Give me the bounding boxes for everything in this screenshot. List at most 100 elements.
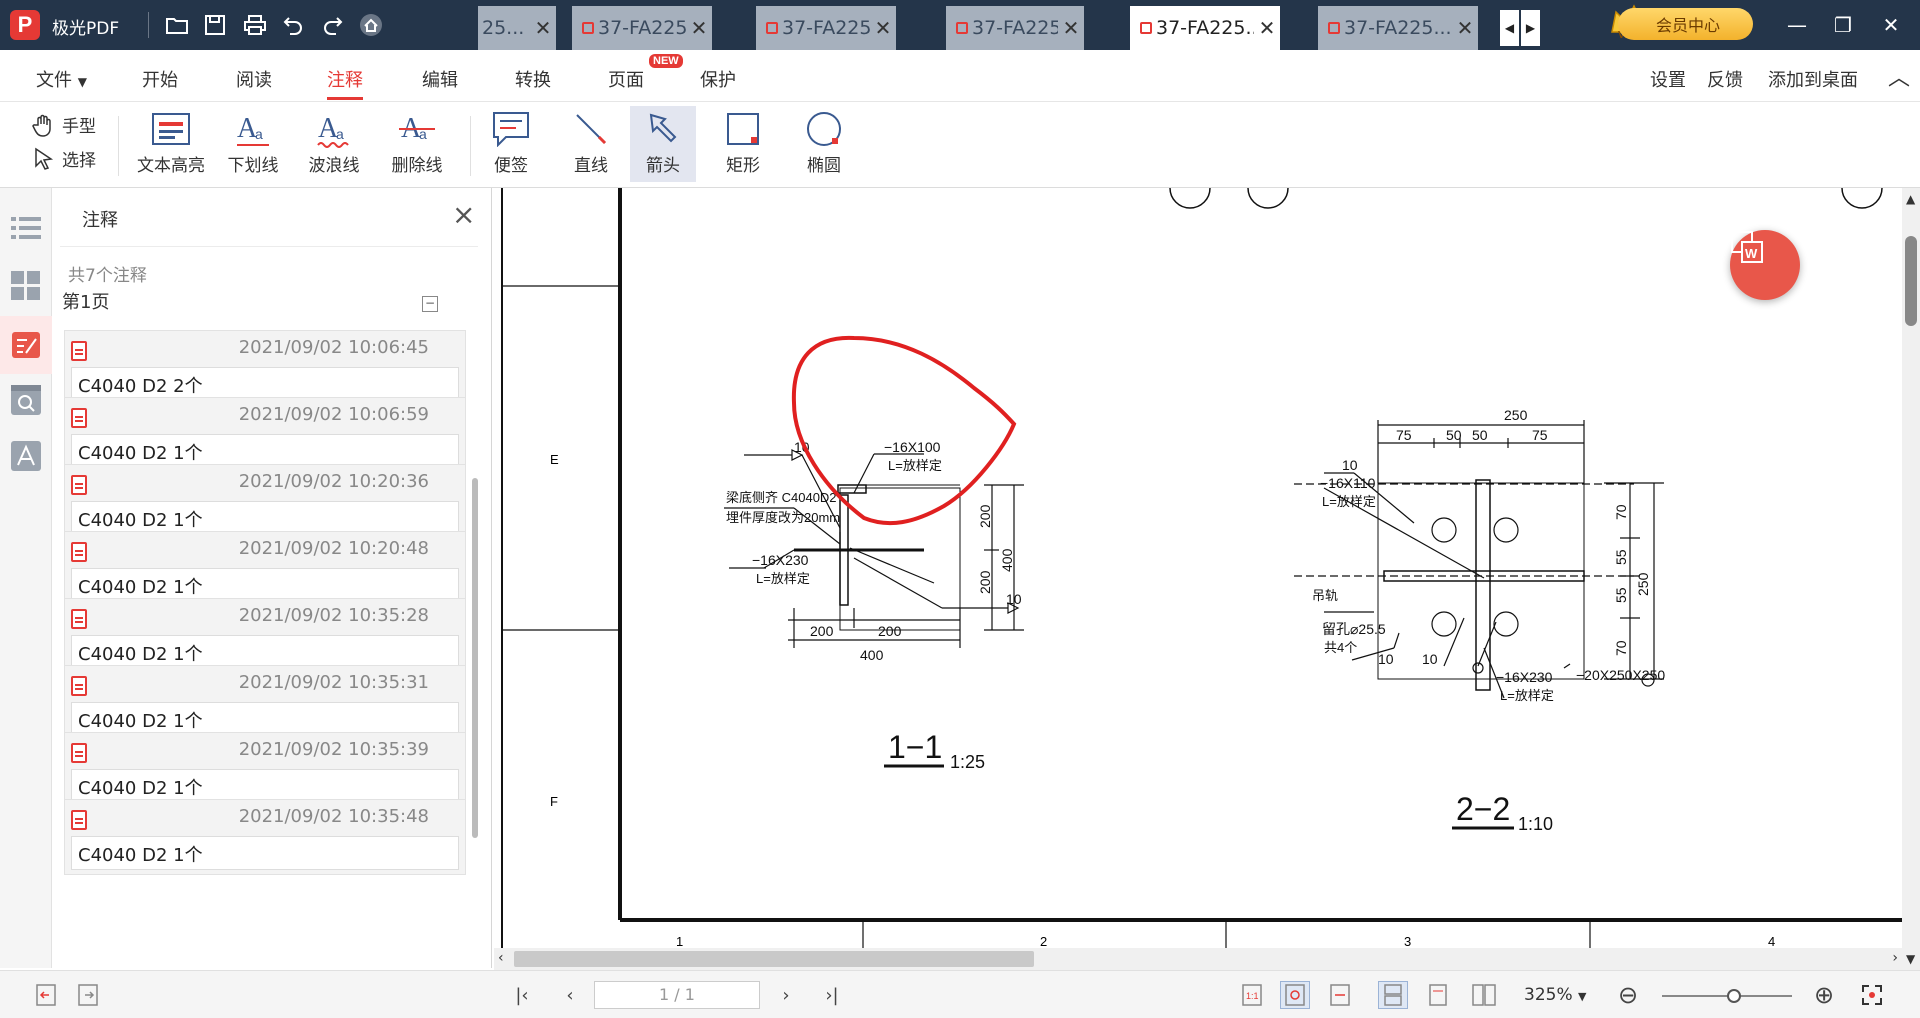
zoom-in-icon[interactable]: ⊕ xyxy=(1810,981,1838,1009)
redo-icon[interactable] xyxy=(318,10,348,40)
zoom-slider-knob[interactable] xyxy=(1726,989,1741,1003)
annotation-card[interactable]: 2021/09/02 10:35:31 C4040 D2 1个 xyxy=(64,665,466,741)
menu-start[interactable]: 开始 xyxy=(142,66,178,92)
close-window-icon[interactable]: ✕ xyxy=(1876,10,1906,40)
scroll-down-icon[interactable]: ▼ xyxy=(1906,952,1915,966)
next-page-icon[interactable]: › xyxy=(772,981,800,1009)
menu-page[interactable]: 页面 xyxy=(608,66,644,92)
close-icon[interactable]: ✕ xyxy=(1058,16,1084,40)
thumbnails-icon[interactable] xyxy=(10,270,42,302)
tab-document[interactable]: 37-FA225...✕ xyxy=(572,6,712,50)
zoom-out-icon[interactable]: ⊖ xyxy=(1614,981,1642,1009)
menu-protect[interactable]: 保护 xyxy=(700,66,736,92)
annotation-card[interactable]: 2021/09/02 10:35:48 C4040 D2 1个 xyxy=(64,799,466,875)
zoom-select[interactable]: 325% ▼ xyxy=(1524,985,1586,1005)
rectangle-tool[interactable]: 矩形 xyxy=(712,106,774,182)
line-tool[interactable]: 直线 xyxy=(560,106,622,182)
annotation-text[interactable]: C4040 D2 2个 xyxy=(71,367,459,401)
convert-to-word-button[interactable]: W xyxy=(1730,230,1800,300)
hand-tool[interactable]: 手型 xyxy=(32,112,96,137)
annotation-card[interactable]: 2021/09/02 10:06:45 C4040 D2 2个 xyxy=(64,330,466,406)
print-icon[interactable] xyxy=(240,10,270,40)
continuous-view-icon[interactable] xyxy=(1378,981,1408,1009)
annotation-text[interactable]: C4040 D2 1个 xyxy=(71,769,459,803)
text-highlight-tool[interactable]: 文本高亮 xyxy=(130,106,212,182)
annotation-text[interactable]: C4040 D2 1个 xyxy=(71,702,459,736)
menu-convert[interactable]: 转换 xyxy=(515,66,551,92)
annotation-card[interactable]: 2021/09/02 10:20:36 C4040 D2 1个 xyxy=(64,464,466,540)
settings-link[interactable]: 设置 xyxy=(1650,66,1686,92)
panel-scrollbar[interactable] xyxy=(470,288,480,958)
fullscreen-icon[interactable] xyxy=(1858,981,1886,1009)
underline-tool[interactable]: Aa 下划线 xyxy=(222,106,284,182)
fit-width-icon[interactable] xyxy=(1326,981,1354,1009)
feedback-link[interactable]: 反馈 xyxy=(1707,66,1743,92)
single-page-icon[interactable] xyxy=(1424,981,1452,1009)
ellipse-tool[interactable]: 椭圆 xyxy=(793,106,855,182)
two-page-icon[interactable] xyxy=(1470,981,1498,1009)
menu-read[interactable]: 阅读 xyxy=(236,66,272,92)
close-icon[interactable]: ✕ xyxy=(530,16,556,40)
scrollbar-thumb[interactable] xyxy=(514,951,1034,967)
home-icon[interactable] xyxy=(356,10,386,40)
document-view[interactable]: E F 1 2 3 4 10 −16X100 L=放样定 梁底侧齐 C4040D… xyxy=(494,188,1902,948)
annotation-text[interactable]: C4040 D2 1个 xyxy=(71,434,459,468)
scrollbar-thumb[interactable] xyxy=(472,478,478,838)
first-page-icon[interactable]: |‹ xyxy=(508,981,536,1009)
sticky-note-tool[interactable]: 便签 xyxy=(480,106,542,182)
close-icon[interactable]: ✕ xyxy=(686,16,712,40)
tab-scroll-left-icon[interactable]: ◀ xyxy=(1500,10,1519,46)
scroll-left-icon[interactable]: ‹ xyxy=(498,950,504,966)
restore-icon[interactable]: ❐ xyxy=(1828,10,1858,40)
annotation-card[interactable]: 2021/09/02 10:35:28 C4040 D2 1个 xyxy=(64,598,466,674)
previous-page-icon[interactable]: ‹ xyxy=(556,981,584,1009)
save-icon[interactable] xyxy=(200,10,230,40)
scroll-right-icon[interactable]: › xyxy=(1892,950,1898,966)
arrow-tool[interactable]: 箭头 xyxy=(630,106,696,182)
document-horizontal-scrollbar[interactable]: ‹ › xyxy=(494,948,1902,970)
annotation-text[interactable]: C4040 D2 1个 xyxy=(71,635,459,669)
annotation-text[interactable]: C4040 D2 1个 xyxy=(71,836,459,870)
signature-icon[interactable] xyxy=(10,440,42,472)
annotation-text[interactable]: C4040 D2 1个 xyxy=(71,501,459,535)
export-left-icon[interactable] xyxy=(32,981,60,1009)
outline-icon[interactable] xyxy=(10,212,42,244)
tab-scroll-right-icon[interactable]: ▶ xyxy=(1521,10,1540,46)
close-icon[interactable]: ✕ xyxy=(870,16,896,40)
select-tool[interactable]: 选择 xyxy=(32,146,96,171)
menu-edit[interactable]: 编辑 xyxy=(422,66,458,92)
tab-document[interactable]: 37-FA225...✕ xyxy=(756,6,896,50)
close-icon[interactable]: × xyxy=(452,198,475,231)
undo-icon[interactable] xyxy=(278,10,308,40)
last-page-icon[interactable]: ›| xyxy=(818,981,846,1009)
collapse-icon[interactable]: − xyxy=(422,296,438,312)
scroll-up-icon[interactable]: ▲ xyxy=(1906,192,1915,206)
fit-page-icon[interactable] xyxy=(1280,981,1310,1009)
menu-annotate[interactable]: 注释 xyxy=(327,66,363,100)
annotation-text[interactable]: C4040 D2 1个 xyxy=(71,568,459,602)
strikethrough-tool[interactable]: Aa 删除线 xyxy=(386,106,448,182)
search-panel-icon[interactable] xyxy=(10,384,42,416)
annotation-card[interactable]: 2021/09/02 10:20:48 C4040 D2 1个 xyxy=(64,531,466,607)
export-right-icon[interactable] xyxy=(74,981,102,1009)
close-icon[interactable]: ✕ xyxy=(1254,16,1280,40)
page-number-input[interactable]: 1 / 1 xyxy=(594,981,760,1009)
menu-file[interactable]: 文件 ▼ xyxy=(36,66,87,92)
document-vertical-scrollbar[interactable]: ▲ ▼ xyxy=(1902,188,1920,970)
close-icon[interactable]: ✕ xyxy=(1452,16,1478,40)
actual-size-icon[interactable]: 1:1 xyxy=(1238,981,1266,1009)
annotation-card[interactable]: 2021/09/02 10:06:59 C4040 D2 1个 xyxy=(64,397,466,473)
tab-document[interactable]: 25... ✕ xyxy=(478,6,556,50)
annotations-panel-icon[interactable] xyxy=(0,316,52,374)
tab-document[interactable]: 37-FA225...✕ xyxy=(946,6,1084,50)
tab-document[interactable]: 37-FA225...✕ xyxy=(1318,6,1478,50)
vip-center-button[interactable]: 会员中心 xyxy=(1618,8,1753,40)
scrollbar-thumb[interactable] xyxy=(1905,236,1917,326)
squiggly-tool[interactable]: Aa 波浪线 xyxy=(303,106,365,182)
open-folder-icon[interactable] xyxy=(162,10,192,40)
collapse-ribbon-icon[interactable]: ︿ xyxy=(1888,60,1910,92)
minimize-icon[interactable]: — xyxy=(1782,10,1812,40)
annotation-card[interactable]: 2021/09/02 10:35:39 C4040 D2 1个 xyxy=(64,732,466,808)
add-to-desktop-link[interactable]: 添加到桌面 xyxy=(1768,66,1858,92)
tab-document-active[interactable]: 37-FA225... ✕ xyxy=(1130,6,1280,50)
